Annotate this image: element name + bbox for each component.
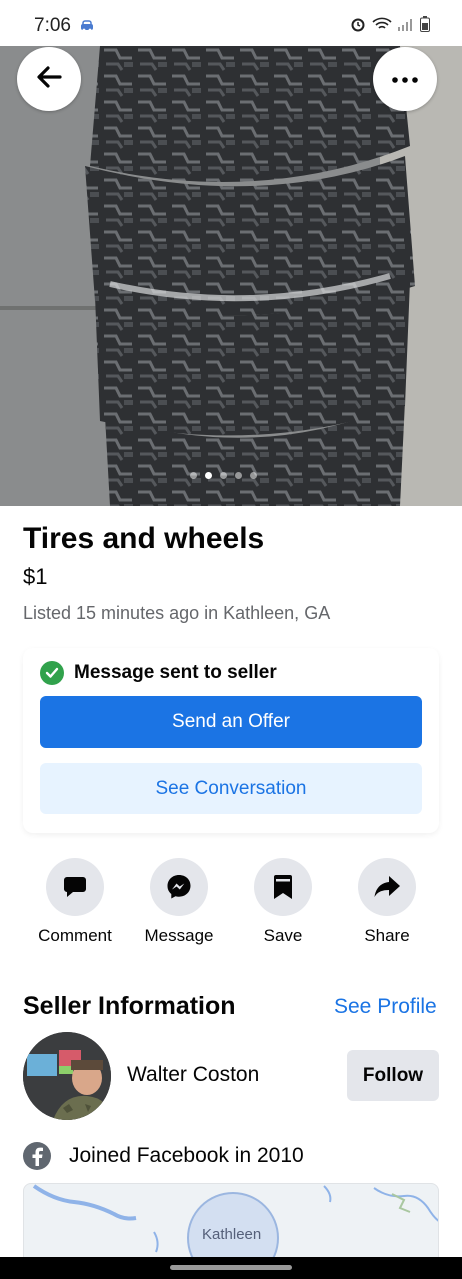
action-row: Comment Message Save Share <box>0 858 462 948</box>
message-label: Message <box>144 926 214 945</box>
back-button[interactable] <box>17 47 81 111</box>
listing-meta: Listed 15 minutes ago in Kathleen, GA <box>23 603 331 623</box>
share-label: Share <box>364 926 410 945</box>
location-map[interactable]: Kathleen <box>23 1183 439 1263</box>
pagination-dot <box>235 472 242 479</box>
see-conversation-button[interactable]: See Conversation <box>40 763 422 814</box>
avatar-illustration <box>23 1032 111 1120</box>
more-options-button[interactable] <box>373 47 437 111</box>
comment-icon <box>46 858 104 916</box>
comment-label: Comment <box>38 926 112 945</box>
alarm-icon <box>350 16 366 37</box>
joined-info: Joined Facebook in 2010 <box>23 1142 304 1170</box>
message-status: Message sent to seller <box>40 661 277 685</box>
status-bar: 7:06 <box>0 0 462 46</box>
seller-heading: Seller Information <box>23 992 236 1020</box>
status-time: 7:06 <box>34 15 71 36</box>
bookmark-icon <box>254 858 312 916</box>
seller-name[interactable]: Walter Coston <box>127 1063 259 1087</box>
pagination-dot <box>220 472 227 479</box>
messenger-icon <box>150 858 208 916</box>
arrow-left-icon <box>36 65 62 93</box>
message-action[interactable]: Message <box>129 858 229 946</box>
save-action[interactable]: Save <box>233 858 333 946</box>
car-icon <box>80 19 94 37</box>
follow-button[interactable]: Follow <box>347 1050 439 1101</box>
wifi-icon <box>372 17 392 36</box>
see-profile-link[interactable]: See Profile <box>334 995 437 1019</box>
signal-icon <box>398 18 414 36</box>
avatar[interactable] <box>23 1032 111 1120</box>
pagination-dot <box>250 472 257 479</box>
navigation-bar <box>0 1257 462 1279</box>
pagination-dot-active <box>205 472 212 479</box>
listing-title: Tires and wheels <box>23 522 265 555</box>
save-label: Save <box>263 926 303 945</box>
facebook-icon <box>23 1142 51 1170</box>
send-offer-button[interactable]: Send an Offer <box>40 696 422 748</box>
check-circle-icon <box>40 661 64 685</box>
pagination-dot <box>190 472 197 479</box>
battery-icon <box>420 16 430 37</box>
status-icons <box>350 16 430 37</box>
comment-action[interactable]: Comment <box>25 858 125 946</box>
listing-photo[interactable] <box>0 46 462 506</box>
photo-pagination <box>190 472 257 479</box>
listing-price: $1 <box>23 564 48 589</box>
home-gesture-handle[interactable] <box>170 1265 292 1270</box>
message-status-text: Message sent to seller <box>74 662 277 683</box>
joined-text: Joined Facebook in 2010 <box>69 1144 304 1167</box>
map-location-label: Kathleen <box>202 1226 262 1243</box>
share-icon <box>358 858 416 916</box>
more-horizontal-icon <box>392 70 418 88</box>
tires-photo-illustration <box>0 46 462 506</box>
share-action[interactable]: Share <box>337 858 437 946</box>
